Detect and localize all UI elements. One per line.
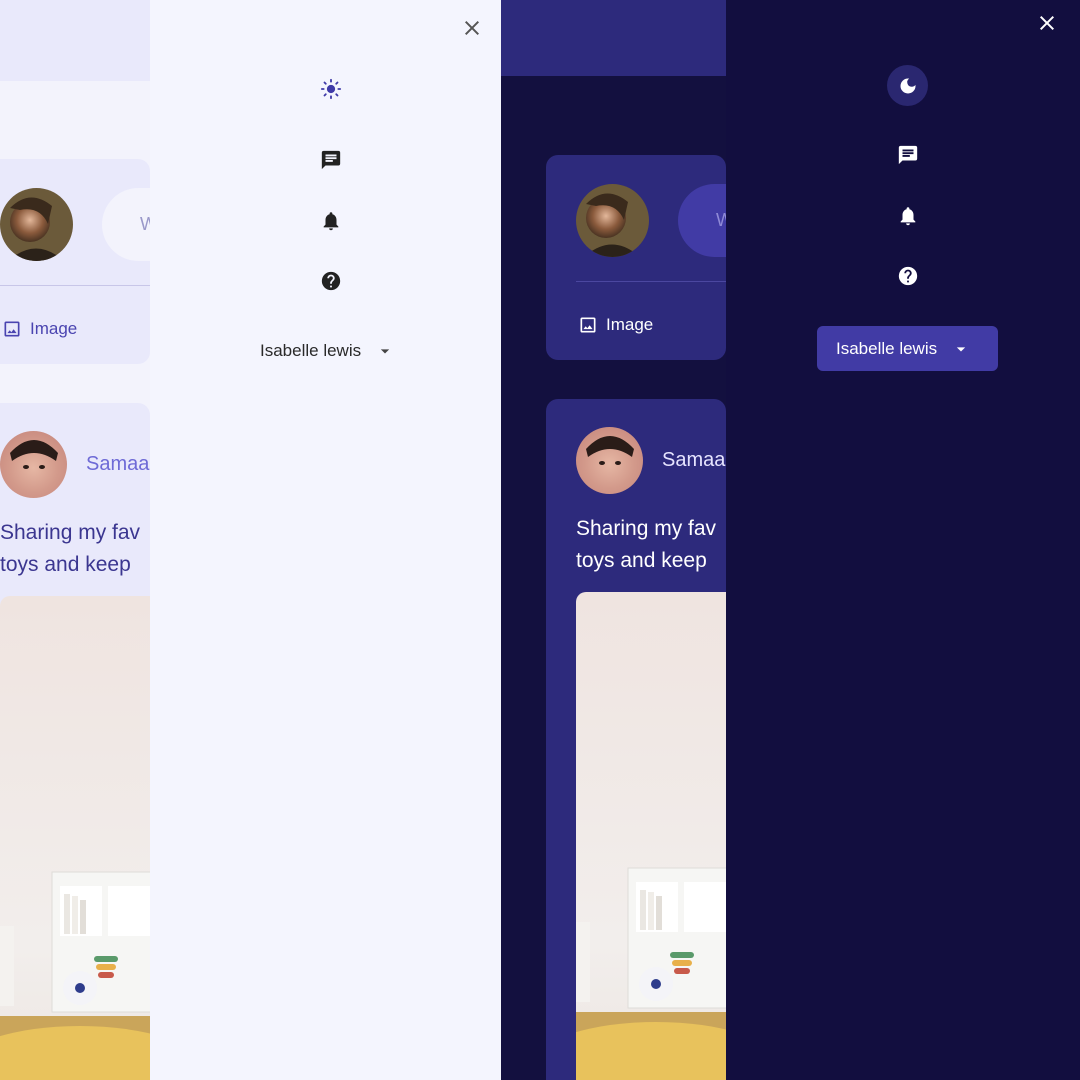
close-button[interactable] [460, 16, 484, 40]
image-icon [580, 317, 596, 333]
post-composer-card: W Image [0, 159, 150, 364]
notifications-button[interactable] [311, 206, 351, 236]
theme-toggle-button[interactable] [887, 65, 928, 106]
user-name: Isabelle lewis [260, 341, 362, 360]
post-image[interactable] [0, 596, 150, 1080]
app-header [501, 0, 726, 76]
post-author[interactable]: Samaa [86, 453, 149, 476]
post-image[interactable] [576, 592, 726, 1080]
post-text-line: toys and keep [0, 553, 131, 576]
image-icon [4, 321, 20, 337]
post-card: Samaa Sharing my fav toys and keep [0, 403, 150, 1080]
message-icon [898, 145, 917, 165]
user-name: Isabelle lewis [836, 338, 938, 358]
menu-drawer: Isabelle lewis [726, 0, 1080, 1080]
avatar[interactable] [0, 188, 73, 261]
user-menu-button[interactable]: Isabelle lewis [817, 326, 998, 371]
app-header [0, 0, 150, 81]
bell-icon [323, 212, 339, 231]
moon-icon [900, 78, 915, 93]
menu-drawer: Isabelle lewis [150, 0, 501, 1080]
post-card: Samaa Sharing my fav toys and keep [546, 399, 726, 1080]
add-image-button[interactable]: Image [578, 315, 653, 335]
avatar[interactable] [576, 184, 649, 257]
help-button[interactable] [887, 261, 928, 291]
messages-button[interactable] [311, 145, 351, 175]
chevron-down-icon [380, 349, 390, 354]
theme-toggle-button[interactable] [311, 74, 351, 104]
post-text-line: Sharing my fav [576, 517, 717, 540]
close-icon [1040, 16, 1054, 30]
post-input-placeholder: W [140, 214, 150, 234]
avatar[interactable] [0, 431, 67, 498]
avatar[interactable] [576, 427, 643, 494]
post-text-line: toys and keep [576, 549, 707, 572]
add-image-button[interactable]: Image [2, 319, 77, 339]
help-icon [898, 266, 917, 286]
post-composer-card: W Image [546, 155, 726, 360]
help-button[interactable] [311, 266, 351, 296]
sun-icon [320, 78, 342, 100]
image-label: Image [606, 315, 654, 334]
post-input[interactable]: W [102, 188, 150, 261]
dark-theme-panel: W Image Samaa Sharing my fav toys and ke… [501, 0, 1080, 1080]
post-author[interactable]: Samaa [662, 449, 725, 472]
close-icon [465, 21, 479, 35]
post-input[interactable]: W [678, 184, 726, 257]
post-text-line: Sharing my fav [0, 521, 141, 544]
chevron-down-icon [956, 346, 966, 351]
image-label: Image [30, 319, 78, 338]
light-theme-panel: W Image Samaa Sharing my fav toys and ke… [0, 0, 501, 1080]
divider [0, 285, 150, 286]
close-button[interactable] [1035, 11, 1059, 35]
help-icon [321, 271, 341, 291]
divider [576, 281, 726, 282]
post-input-placeholder: W [716, 210, 726, 230]
message-icon [321, 150, 341, 170]
notifications-button[interactable] [887, 201, 928, 231]
messages-button[interactable] [887, 140, 928, 170]
user-menu-button[interactable]: Isabelle lewis [260, 341, 395, 361]
bell-icon [900, 207, 915, 226]
